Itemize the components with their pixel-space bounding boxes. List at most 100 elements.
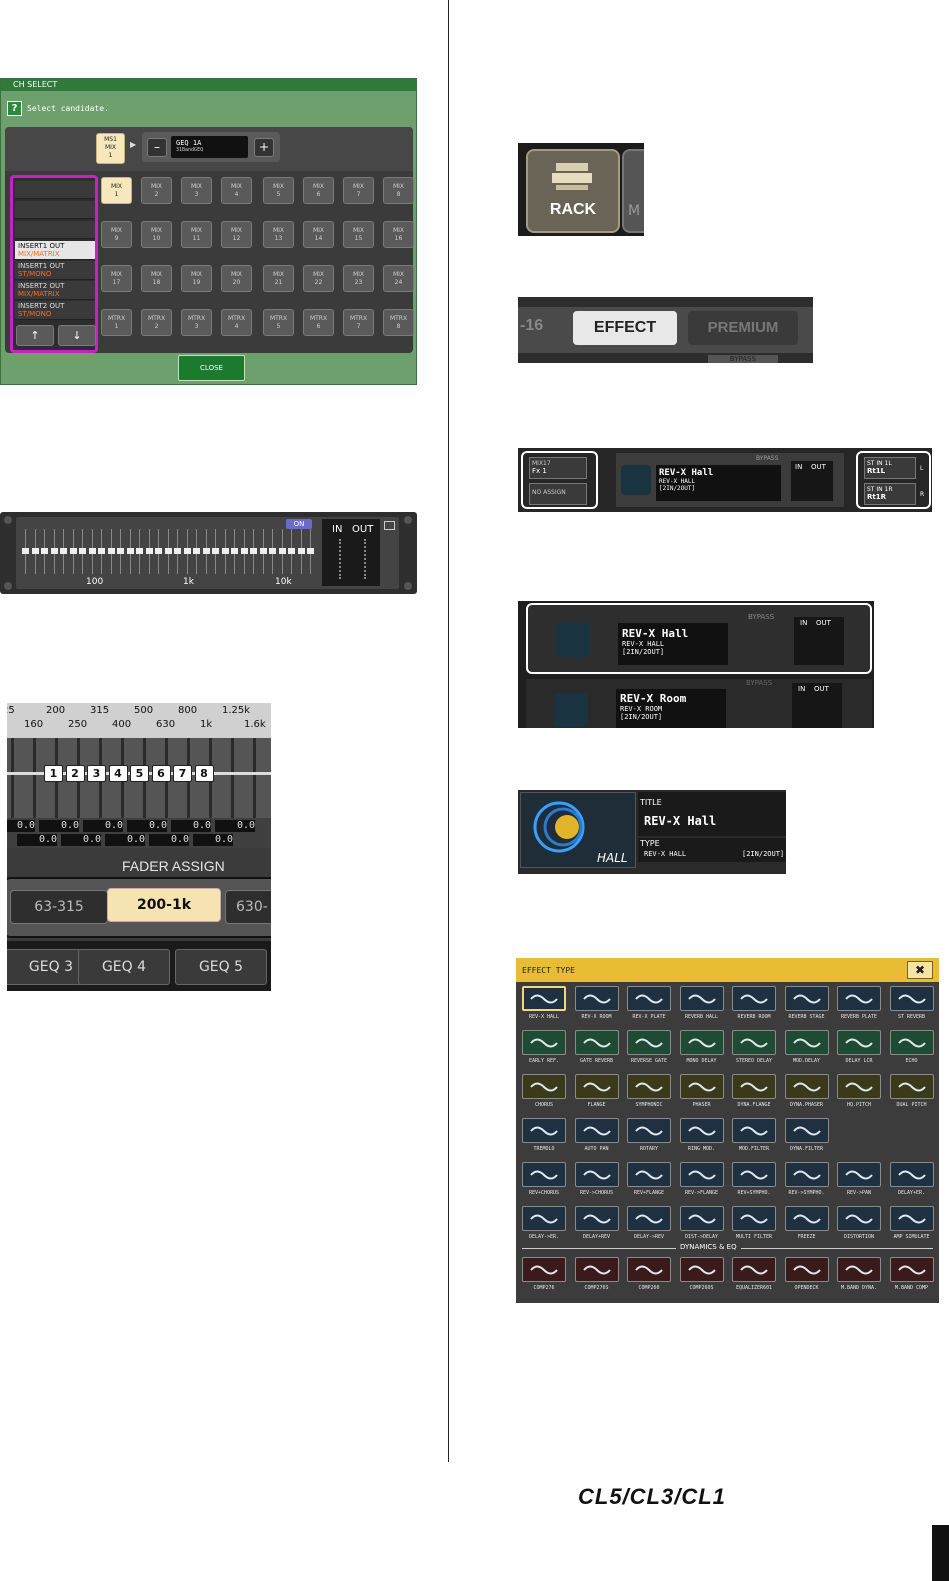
effect-type-freeze[interactable]: FREEZE [784, 1206, 830, 1248]
channel-button-mtrx-4[interactable]: MTRX 4 [221, 309, 252, 336]
geq-band-fader[interactable] [193, 529, 200, 574]
effect-type-reverb-plate[interactable]: REVERB PLATE [836, 986, 882, 1028]
effect-type-m-band-dyna-[interactable]: M.BAND DYNA. [836, 1257, 882, 1299]
effect-type-reverb-hall[interactable]: REVERB HALL [679, 986, 725, 1028]
effect-type-reverse-gate[interactable]: REVERSE GATE [626, 1030, 672, 1072]
channel-button-mix-16[interactable]: MIX 16 [383, 221, 414, 248]
channel-button-mix-6[interactable]: MIX 6 [303, 177, 334, 204]
effect-type-dyna-flange[interactable]: DYNA.FLANGE [731, 1074, 777, 1116]
geq-band-fader[interactable] [269, 529, 276, 574]
channel-button-mix-19[interactable]: MIX 19 [181, 265, 212, 292]
geq-band-fader[interactable] [164, 529, 172, 574]
effect-type-opendeck[interactable]: OPENDECK [784, 1257, 830, 1299]
channel-button-mix-23[interactable]: MIX 23 [343, 265, 374, 292]
effect-type-st-reverb[interactable]: ST REVERB [889, 986, 935, 1028]
fader-slot[interactable] [231, 738, 234, 818]
channel-button-mix-14[interactable]: MIX 14 [303, 221, 334, 248]
fader-knob-3[interactable]: 3 [87, 765, 106, 782]
plus-button[interactable]: + [254, 138, 274, 157]
effect-type-rev-pan[interactable]: REV->PAN [836, 1162, 882, 1204]
effect-type-mono-delay[interactable]: MONO DELAY [679, 1030, 725, 1072]
list-item-empty[interactable] [15, 201, 95, 219]
list-item-insert1-st[interactable]: INSERT1 OUT ST/MONO [15, 261, 95, 280]
on-badge[interactable]: ON [286, 519, 312, 529]
geq-band-fader[interactable] [174, 529, 181, 574]
channel-button-mtrx-2[interactable]: MTRX 2 [141, 309, 172, 336]
fader-knob-4[interactable]: 4 [108, 765, 128, 782]
channel-button-mix-3[interactable]: MIX 3 [181, 177, 212, 204]
geq-band-fader[interactable] [107, 529, 115, 574]
list-item-insert1-mix[interactable]: INSERT1 OUT MIX/MATRIX [15, 241, 95, 260]
effect-type-auto-pan[interactable]: AUTO PAN [574, 1118, 620, 1160]
geq-band-fader[interactable] [278, 529, 286, 574]
effect-type-amp-simulate[interactable]: AMP SIMULATE [889, 1206, 935, 1248]
effect-type-symphonic[interactable]: SYMPHONIC [626, 1074, 672, 1116]
title-field[interactable]: TITLE REV-X Hall [638, 792, 786, 836]
geq-rack-unit[interactable]: ON 100 1k 10k IN OUT [0, 512, 417, 594]
fx-slot-hall[interactable]: REV-X Hall REV-X HALL [2IN/2OUT] BYPASS … [526, 603, 872, 674]
effect-type-rev-x-room[interactable]: REV-X ROOM [574, 986, 620, 1028]
channel-button-mtrx-6[interactable]: MTRX 6 [303, 309, 334, 336]
effect-type-rev-chorus[interactable]: REV->CHORUS [574, 1162, 620, 1204]
geq-band-fader[interactable] [240, 529, 248, 574]
channel-button-mix-1[interactable]: MIX 1 [101, 177, 132, 204]
effect-type-reverb-stage[interactable]: REVERB STAGE [784, 986, 830, 1028]
list-item-insert2-mix[interactable]: INSERT2 OUT MIX/MATRIX [15, 281, 95, 300]
effect-type-echo[interactable]: ECHO [889, 1030, 935, 1072]
fader-knob-7[interactable]: 7 [173, 765, 192, 782]
channel-button-mix-24[interactable]: MIX 24 [383, 265, 414, 292]
fader-knob-6[interactable]: 6 [151, 765, 171, 782]
effect-type-ring-mod-[interactable]: RING MOD. [679, 1118, 725, 1160]
list-item-empty[interactable] [15, 181, 95, 199]
channel-button-mix-5[interactable]: MIX 5 [263, 177, 294, 204]
fx-unit[interactable]: REV-X Hall REV-X HALL [2IN/2OUT] BYPASS … [616, 453, 844, 507]
effect-type-delay-lcr[interactable]: DELAY LCR [836, 1030, 882, 1072]
tab-effect[interactable]: EFFECT [573, 311, 677, 345]
fader-slot[interactable] [11, 738, 14, 818]
close-button[interactable]: ✖ [907, 961, 933, 979]
effect-type-delay-er-[interactable]: DELAY+ER. [889, 1162, 935, 1204]
effect-type-dist-delay[interactable]: DIST->DELAY [679, 1206, 725, 1248]
channel-button-mtrx-5[interactable]: MTRX 5 [263, 309, 294, 336]
channel-button-mtrx-1[interactable]: MTRX 1 [101, 309, 132, 336]
effect-type-rev-flange[interactable]: REV+FLANGE [626, 1162, 672, 1204]
effect-type-dual-pitch[interactable]: DUAL PITCH [889, 1074, 935, 1116]
popup-icon[interactable] [384, 521, 395, 530]
effect-type-equalizer601[interactable]: EQUALIZER601 [731, 1257, 777, 1299]
list-item-empty[interactable] [15, 221, 95, 239]
source-button[interactable]: MS1 MIX 1 [96, 133, 125, 164]
geq-band-fader[interactable] [202, 529, 210, 574]
effect-type-comp276[interactable]: COMP276 [521, 1257, 567, 1299]
geq-band-fader[interactable] [60, 529, 67, 574]
effect-type-phaser[interactable]: PHASER [679, 1074, 725, 1116]
effect-type-early-ref-[interactable]: EARLY REF. [521, 1030, 567, 1072]
tab-geq-3[interactable]: GEQ 3 [7, 949, 82, 985]
channel-button-mix-9[interactable]: MIX 9 [101, 221, 132, 248]
channel-button-mix-7[interactable]: MIX 7 [343, 177, 374, 204]
effect-type-mod-filter[interactable]: MOD.FILTER [731, 1118, 777, 1160]
geq-band-fader[interactable] [259, 529, 267, 574]
channel-button-mix-18[interactable]: MIX 18 [141, 265, 172, 292]
geq-band-fader[interactable] [288, 529, 295, 574]
channel-button-mix-12[interactable]: MIX 12 [221, 221, 252, 248]
geq-band-fader[interactable] [117, 529, 124, 574]
channel-button-mtrx-8[interactable]: MTRX 8 [383, 309, 414, 336]
effect-type-gate-reverb[interactable]: GATE REVERB [574, 1030, 620, 1072]
geq-band-fader[interactable] [307, 529, 314, 574]
fader-knob-1[interactable]: 1 [44, 765, 63, 782]
effect-type-comp276s[interactable]: COMP276S [574, 1257, 620, 1299]
channel-button-mix-11[interactable]: MIX 11 [181, 221, 212, 248]
effect-type-distortion[interactable]: DISTORTION [836, 1206, 882, 1248]
geq-band-fader[interactable] [212, 529, 219, 574]
scroll-down-button[interactable]: ↓ [58, 325, 96, 346]
geq-band-fader[interactable] [155, 529, 162, 574]
effect-type-rev-sympho-[interactable]: REV+SYMPHO. [731, 1162, 777, 1204]
tab-premium[interactable]: PREMIUM [688, 311, 798, 345]
effect-type-rotary[interactable]: ROTARY [626, 1118, 672, 1160]
input-patch-l[interactable]: MIX17 Fx 1 [529, 457, 587, 479]
effect-type-comp260[interactable]: COMP260 [626, 1257, 672, 1299]
geq-band-fader[interactable] [98, 529, 105, 574]
tab-geq-5[interactable]: GEQ 5 [175, 949, 267, 985]
effect-type-stereo-delay[interactable]: STEREO DELAY [731, 1030, 777, 1072]
effect-type-rev-chorus[interactable]: REV+CHORUS [521, 1162, 567, 1204]
